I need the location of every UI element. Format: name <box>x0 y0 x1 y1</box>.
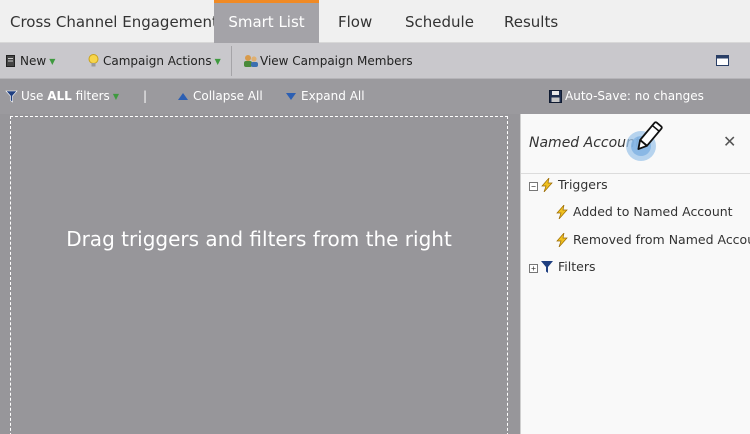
collapse-all-button[interactable]: Collapse All <box>178 79 263 114</box>
document-icon <box>6 55 15 67</box>
tab-flow[interactable]: Flow <box>338 0 372 43</box>
collapse-all-label: Collapse All <box>193 89 263 103</box>
trigger-item-label: Removed from Named Account <box>573 232 750 247</box>
funnel-icon <box>541 261 553 273</box>
campaign-actions-label: Campaign Actions <box>103 54 212 68</box>
maximize-button[interactable] <box>716 43 729 79</box>
expand-node-icon[interactable]: + <box>529 264 538 273</box>
use-all-prefix: Use <box>21 89 48 103</box>
drop-zone[interactable]: Drag triggers and filters from the right <box>10 116 508 434</box>
floppy-disk-icon <box>549 90 562 103</box>
lightning-bolt-icon <box>541 178 553 192</box>
use-all-suffix: filters <box>71 89 110 103</box>
tab-bar: Cross Channel Engagement Smart List Flow… <box>0 0 750 43</box>
new-label: New <box>20 54 47 68</box>
collapse-node-icon[interactable]: − <box>529 182 538 191</box>
search-input[interactable] <box>529 132 709 154</box>
panel-search-header: ✕ <box>521 114 750 174</box>
tree-node-triggers[interactable]: − Triggers <box>529 174 608 196</box>
lightning-bolt-icon <box>556 205 568 219</box>
expand-arrow-icon <box>286 93 296 100</box>
people-icon <box>244 55 258 67</box>
lightning-bolt-icon <box>556 233 568 247</box>
expand-all-button[interactable]: Expand All <box>286 79 365 114</box>
tree-node-filters[interactable]: + Filters <box>529 256 595 278</box>
toolbar-divider <box>231 46 232 76</box>
lightbulb-icon <box>88 54 99 67</box>
autosave-label: Auto-Save: no changes <box>565 89 704 103</box>
trigger-item-added-to-named-account[interactable]: Added to Named Account <box>555 201 733 223</box>
pencil-icon <box>621 118 671 168</box>
filter-bar-separator: | <box>143 89 148 103</box>
campaign-actions-button[interactable]: Campaign Actions ▼ <box>88 43 221 79</box>
trigger-item-removed-from-named-account[interactable]: Removed from Named Account <box>555 229 750 251</box>
autosave-status: Auto-Save: no changes <box>549 79 704 114</box>
tab-smart-list[interactable]: Smart List <box>214 0 319 43</box>
toolbar: New ▼ Campaign Actions ▼ View Campaign Mem… <box>0 43 750 79</box>
maximize-icon <box>716 55 729 66</box>
drop-zone-hint: Drag triggers and filters from the right <box>66 227 452 251</box>
trigger-item-label: Added to Named Account <box>573 204 733 219</box>
dropdown-arrow-icon: ▼ <box>214 57 221 66</box>
close-icon[interactable]: ✕ <box>723 132 736 151</box>
expand-all-label: Expand All <box>301 89 365 103</box>
filters-label: Filters <box>558 259 596 274</box>
new-button[interactable]: New ▼ <box>6 43 55 79</box>
dropdown-arrow-icon: ▼ <box>112 92 119 101</box>
funnel-icon <box>5 90 18 103</box>
collapse-arrow-icon <box>178 93 188 100</box>
use-all-filters-dropdown[interactable]: Use ALL filters ▼ <box>5 79 119 114</box>
triggers-filters-panel: ✕ − Triggers Added to Named Account Remo… <box>520 114 750 434</box>
use-all-bold: ALL <box>47 89 72 103</box>
dropdown-arrow-icon: ▼ <box>49 57 56 66</box>
view-campaign-members-button[interactable]: View Campaign Members <box>243 43 413 79</box>
view-campaign-members-label: View Campaign Members <box>260 54 413 68</box>
smart-list-canvas: Drag triggers and filters from the right <box>0 114 520 434</box>
filter-bar: Use ALL filters ▼ | Collapse All Expand A… <box>0 79 750 114</box>
tab-cross-channel-engagement[interactable]: Cross Channel Engagement <box>10 0 218 43</box>
tab-results[interactable]: Results <box>504 0 558 43</box>
triggers-label: Triggers <box>558 177 608 192</box>
tab-schedule[interactable]: Schedule <box>405 0 474 43</box>
